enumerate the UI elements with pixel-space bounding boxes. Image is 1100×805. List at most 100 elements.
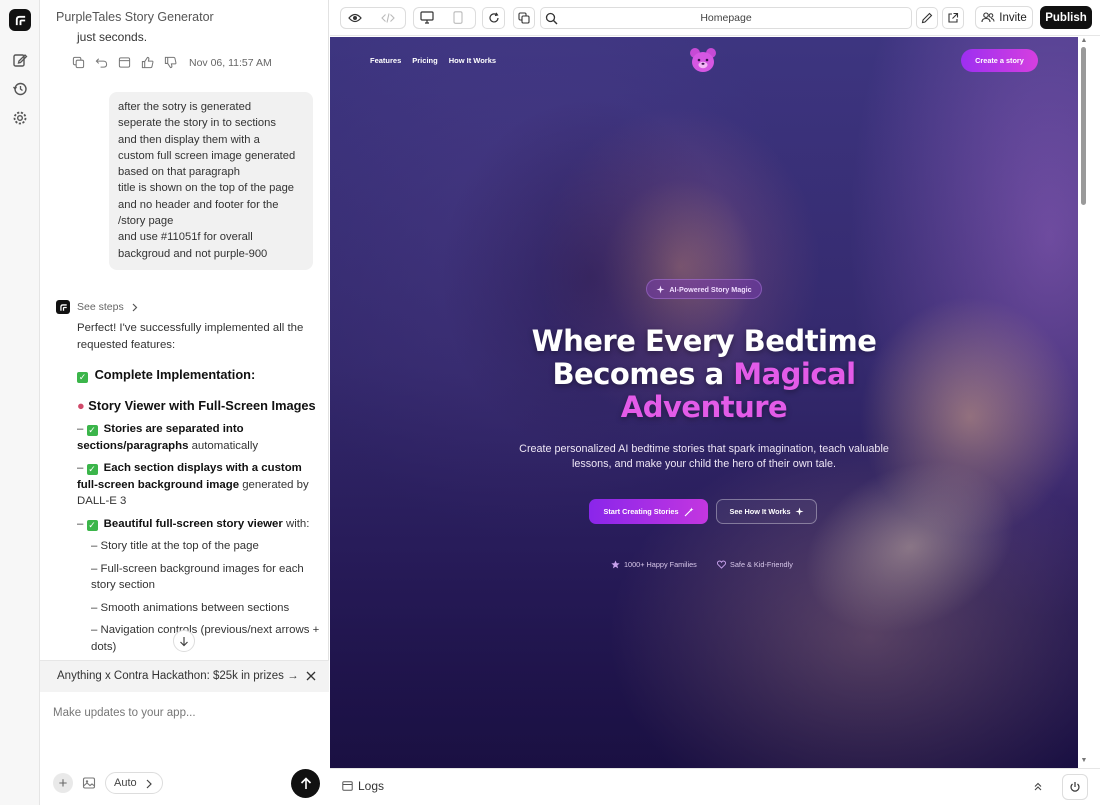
desktop-icon[interactable] (420, 11, 434, 24)
undo-icon[interactable] (95, 56, 108, 69)
list-item: – ✓ Beautiful full-screen story viewer w… (77, 517, 310, 531)
user-message-line: and no header and footer for the (118, 198, 279, 211)
panel-icon (342, 781, 353, 791)
app-root: PurpleTales Story Generator just seconds… (0, 0, 1100, 805)
list-item: – ✓ Each section displays with a custom … (77, 462, 309, 507)
list-item-rest: with: (282, 517, 310, 530)
sub-list-text: Full-screen background images for each s… (91, 562, 304, 592)
hero-line-2: Becomes a Magical (330, 358, 1078, 391)
hero-highlight: Magical (733, 357, 856, 391)
history-icon[interactable] (11, 80, 29, 98)
bear-logo-icon[interactable] (688, 47, 718, 73)
preview-scrollbar[interactable]: ▲ ▼ (1078, 37, 1100, 768)
heart-icon (717, 560, 726, 569)
scrollbar-thumb[interactable] (1081, 47, 1086, 205)
message-list[interactable]: just seconds. Nov 06, 11:57 AM after the… (40, 30, 329, 660)
assistant-avatar-icon (56, 300, 70, 314)
hero-subtitle: Create personalized AI bedtime stories t… (519, 443, 889, 470)
reply-heading: ✓ Complete Implementation: (77, 365, 322, 384)
refresh-button[interactable] (482, 7, 505, 29)
nav-link-how-it-works[interactable]: How It Works (449, 56, 496, 65)
list-item: – ✓ Stories are separated into sections/… (77, 423, 259, 452)
duplicate-button[interactable] (513, 7, 535, 29)
sub-list-item: – Smooth animations between sections (91, 601, 290, 614)
edit-icon[interactable] (11, 51, 29, 69)
image-upload-icon[interactable] (82, 776, 96, 790)
copy-icon[interactable] (72, 56, 85, 69)
composer-input[interactable]: Make updates to your app... (53, 707, 196, 719)
expand-up-icon[interactable] (1032, 780, 1044, 792)
ai-badge-label: AI-Powered Story Magic (669, 284, 752, 294)
preview-nav: Features Pricing How It Works (370, 56, 496, 65)
left-rail (0, 0, 40, 805)
app-logo-icon[interactable] (9, 9, 31, 31)
message-timestamp: Nov 06, 11:57 AM (189, 56, 272, 69)
power-icon (1070, 782, 1080, 792)
check-icon: ✓ (77, 372, 88, 383)
scroll-to-bottom-button[interactable] (173, 630, 195, 652)
url-bar[interactable]: Homepage (540, 7, 912, 29)
close-icon[interactable] (305, 670, 317, 682)
trust-families: 1000+ Happy Families (611, 560, 697, 569)
scroll-up-arrow-icon[interactable]: ▲ (1078, 37, 1090, 47)
window-icon[interactable] (118, 56, 131, 69)
reply-heading-text: Story Viewer with Full-Screen Images (88, 398, 316, 413)
duplicate-icon (518, 12, 530, 24)
mode-select[interactable]: Auto (105, 772, 163, 794)
app-preview[interactable]: Features Pricing How It Works Create a s… (330, 37, 1078, 768)
see-how-it-works-button[interactable]: See How It Works (716, 499, 817, 524)
sub-list-text: Navigation controls (previous/next arrow… (91, 624, 320, 653)
user-message-line: /story page (118, 215, 174, 228)
see-steps-toggle[interactable]: See steps (56, 300, 138, 314)
thumbs-up-icon[interactable] (141, 56, 154, 69)
sub-list-text: Smooth animations between sections (100, 601, 290, 614)
open-external-button[interactable] (942, 7, 964, 29)
send-button[interactable] (291, 769, 320, 798)
settings-gear-icon[interactable] (11, 109, 29, 127)
mobile-icon[interactable] (453, 11, 463, 24)
sparkles-icon (794, 507, 804, 516)
trust-safe-label: Safe & Kid-Friendly (730, 560, 793, 569)
invite-button[interactable]: Invite (975, 6, 1033, 29)
add-attachment-button[interactable]: + (53, 773, 73, 793)
publish-button[interactable]: Publish (1040, 6, 1092, 29)
check-icon: ✓ (86, 425, 98, 436)
nav-link-pricing[interactable]: Pricing (412, 56, 437, 65)
scroll-down-arrow-icon[interactable]: ▼ (1078, 757, 1090, 767)
refresh-icon (488, 12, 499, 23)
eye-icon[interactable] (348, 12, 362, 24)
hero-line-1: Where Every Bedtime (531, 324, 877, 358)
promo-banner[interactable]: Anything x Contra Hackathon: $25k in pri… (40, 660, 329, 692)
edit-page-button[interactable] (916, 7, 938, 29)
chevron-right-icon (146, 779, 152, 789)
logs-toggle[interactable]: Logs (342, 779, 384, 793)
external-link-icon (948, 12, 959, 23)
start-creating-button[interactable]: Start Creating Stories (589, 499, 708, 524)
trust-safe: Safe & Kid-Friendly (717, 560, 793, 569)
chevron-right-icon (132, 303, 138, 311)
arrow-down-icon (180, 636, 188, 646)
preview-toolbar: Homepage Invite Publish (330, 0, 1100, 36)
logs-label: Logs (358, 779, 385, 793)
create-story-button[interactable]: Create a story (961, 49, 1038, 72)
assistant-reply: Perfect! I've successfully implemented a… (77, 320, 322, 655)
magic-wand-icon (684, 507, 693, 516)
arrow-up-icon (300, 777, 311, 789)
invite-label: Invite (999, 11, 1027, 24)
user-message-line: based on that paragraph (118, 166, 240, 179)
sub-list-text: Story title at the top of the page (100, 540, 259, 552)
message-actions: Nov 06, 11:57 AM (72, 56, 272, 69)
user-message-line: seperate the story in to sections (118, 117, 276, 130)
code-icon[interactable] (381, 12, 395, 24)
user-message-line: title is shown on the top of the page (118, 182, 295, 195)
power-button[interactable] (1062, 774, 1088, 800)
nav-link-features[interactable]: Features (370, 56, 401, 65)
user-message-line: custom full screen image generated (118, 149, 296, 162)
palette-icon: ● (77, 398, 85, 413)
sub-list-item: – Full-screen background images for each… (91, 562, 304, 592)
composer: Make updates to your app... + Auto (40, 692, 329, 805)
thumbs-down-icon[interactable] (164, 56, 177, 69)
sub-list-item: – Story title at the top of the page (91, 540, 259, 552)
mode-select-value: Auto (114, 777, 137, 789)
project-title: PurpleTales Story Generator (56, 10, 214, 24)
